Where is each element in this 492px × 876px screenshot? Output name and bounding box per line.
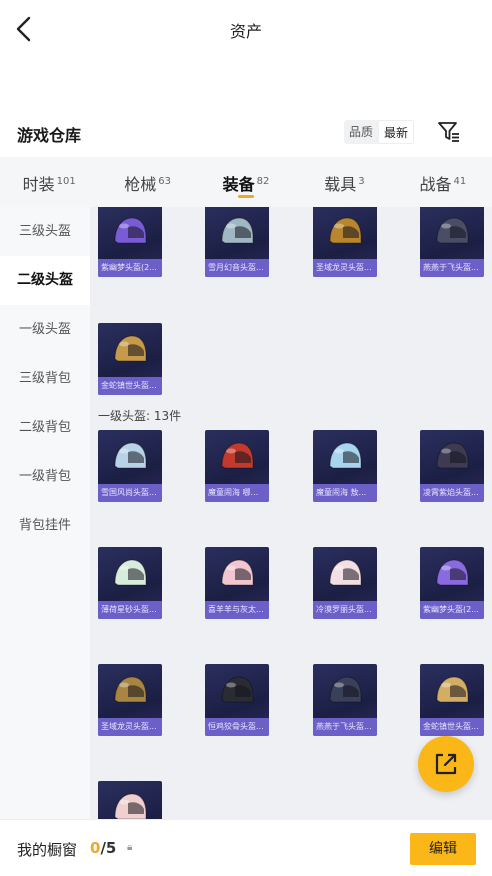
helmet-icon — [114, 442, 147, 469]
item-card[interactable]: 圣域龙灵头盔... — [313, 207, 377, 277]
tab-count: 63 — [158, 176, 171, 187]
item-name: 薄荷星砂头盔... — [98, 601, 162, 619]
item-card[interactable]: 燕燕于飞头盔... — [313, 664, 377, 736]
item-name: 雪月幻音头盔... — [205, 259, 269, 277]
helmet-icon — [329, 217, 362, 244]
item-card[interactable]: 雪月幻音头盔... — [205, 207, 269, 277]
sidebar-item-level1-backpack[interactable]: 一级背包 — [0, 452, 90, 501]
tab-label: 载具 — [324, 175, 357, 194]
tab-label: 装备 — [222, 175, 255, 194]
sidebar-item-level3-backpack[interactable]: 三级背包 — [0, 354, 90, 403]
item-card[interactable]: 雪国风尚头盔... — [98, 430, 162, 502]
item-card[interactable]: 魔童闹海 哪... — [205, 430, 269, 502]
helmet-icon — [436, 217, 469, 244]
showcase-count: 0/5 — [90, 839, 116, 857]
helmet-icon — [436, 676, 469, 703]
item-card[interactable]: 喜羊羊与灰太... — [205, 547, 269, 619]
item-name: 紫幽梦头盔(2... — [420, 601, 484, 619]
edit-button[interactable]: 编辑 — [410, 833, 476, 865]
helmet-icon — [221, 442, 254, 469]
helmet-icon — [114, 559, 147, 586]
helmet-icon — [329, 559, 362, 586]
helmet-icon — [114, 793, 147, 819]
item-card[interactable]: 紫幽梦头盔(2... — [98, 207, 162, 277]
share-button[interactable] — [418, 736, 474, 792]
tab-count: 101 — [56, 176, 76, 187]
page-title: 资产 — [229, 22, 262, 41]
sidebar-item-level3-helmet[interactable]: 三级头盔 — [0, 207, 90, 256]
item-card[interactable]: 恒鸡狡骨头盔... — [205, 664, 269, 736]
helmet-icon — [114, 335, 147, 362]
tab-battle-supplies[interactable]: 战备 41 — [394, 157, 492, 207]
sidebar-item-level2-helmet[interactable]: 二级头盔 — [0, 256, 90, 305]
item-card[interactable]: 圣域龙灵头盔... — [98, 664, 162, 736]
item-name: 凌霄紫焰头盔... — [420, 484, 484, 502]
sort-toggle: 品质 最新 — [344, 120, 415, 144]
showcase-bar: 我的橱窗 0/5 🔒︎ 编辑 — [0, 819, 492, 876]
item-name: 金蛇镇世头盔... — [420, 718, 484, 736]
tab-weapons[interactable]: 枪械 63 — [98, 157, 196, 207]
filter-icon[interactable] — [436, 118, 462, 144]
item-name: 雪国风尚头盔... — [98, 484, 162, 502]
group-label: 一级头盔: 13件 — [98, 409, 182, 423]
showcase-used: 0 — [90, 839, 101, 857]
category-tabs: 时装 101 枪械 63 装备 82 载具 3 战备 41 — [0, 157, 492, 207]
lock-icon: 🔒︎ — [127, 842, 133, 853]
helmet-icon — [436, 442, 469, 469]
showcase-label: 我的橱窗 — [17, 841, 78, 859]
top-nav-bar: 资产 — [0, 0, 492, 58]
tab-label: 枪械 — [124, 175, 157, 194]
sidebar-item-level2-backpack[interactable]: 二级背包 — [0, 403, 90, 452]
tab-equipment[interactable]: 装备 82 — [197, 157, 295, 207]
sort-option-latest[interactable]: 最新 — [378, 120, 415, 144]
item-card[interactable]: 凌霄紫焰头盔... — [420, 430, 484, 502]
item-card[interactable]: 薄荷星砂头盔... — [98, 547, 162, 619]
item-name: 恒鸡狡骨头盔... — [205, 718, 269, 736]
helmet-icon — [221, 676, 254, 703]
item-name: 冷漠罗丽头盔... — [313, 601, 377, 619]
helmet-icon — [114, 676, 147, 703]
tab-fashion[interactable]: 时装 101 — [0, 157, 98, 207]
helmet-icon — [221, 559, 254, 586]
item-grid: 一级头盔: 13件 紫幽梦头盔(2... 雪月幻音头盔... 圣域龙灵头盔... 燕燕… — [90, 207, 492, 819]
helmet-icon — [329, 442, 362, 469]
active-tab-indicator — [238, 195, 255, 198]
item-name: 圣域龙灵头盔... — [313, 259, 377, 277]
helmet-icon — [114, 217, 147, 244]
item-name: 紫幽梦头盔(2... — [98, 259, 162, 277]
item-card[interactable]: 金蛇镇世头盔... — [420, 664, 484, 736]
item-card[interactable]: 冷漠罗丽头盔... — [313, 547, 377, 619]
item-name: 金蛇镇世头盔... — [98, 377, 162, 395]
item-card[interactable] — [98, 781, 162, 819]
item-name: 燕燕于飞头盔... — [420, 259, 484, 277]
sidebar-item-backpack-charm[interactable]: 背包挂件 — [0, 501, 90, 550]
showcase-total: /5 — [100, 839, 117, 857]
tab-count: 82 — [256, 176, 270, 187]
helmet-icon — [221, 217, 254, 244]
subcategory-sidebar: 三级头盔 二级头盔 一级头盔 三级背包 二级背包 一级背包 背包挂件 — [0, 207, 90, 819]
helmet-icon — [329, 676, 362, 703]
item-card[interactable]: 燕燕于飞头盔... — [420, 207, 484, 277]
helmet-icon — [436, 559, 469, 586]
tab-count: 3 — [358, 176, 365, 187]
section-title: 游戏仓库 — [17, 126, 82, 145]
tab-count: 41 — [453, 176, 467, 187]
sort-option-quality[interactable]: 品质 — [344, 120, 378, 144]
item-name: 喜羊羊与灰太... — [205, 601, 269, 619]
item-name: 圣域龙灵头盔... — [98, 718, 162, 736]
tab-label: 时装 — [22, 175, 55, 194]
tab-vehicles[interactable]: 载具 3 — [295, 157, 393, 207]
external-link-icon — [435, 753, 457, 775]
item-card[interactable]: 紫幽梦头盔(2... — [420, 547, 484, 619]
tab-label: 战备 — [419, 175, 452, 194]
item-card[interactable]: 魔童闹海 敖... — [313, 430, 377, 502]
item-name: 燕燕于飞头盔... — [313, 718, 377, 736]
sidebar-item-level1-helmet[interactable]: 一级头盔 — [0, 305, 90, 354]
item-card[interactable]: 金蛇镇世头盔... — [98, 323, 162, 395]
item-name: 魔童闹海 敖... — [313, 484, 377, 502]
item-name: 魔童闹海 哪... — [205, 484, 269, 502]
